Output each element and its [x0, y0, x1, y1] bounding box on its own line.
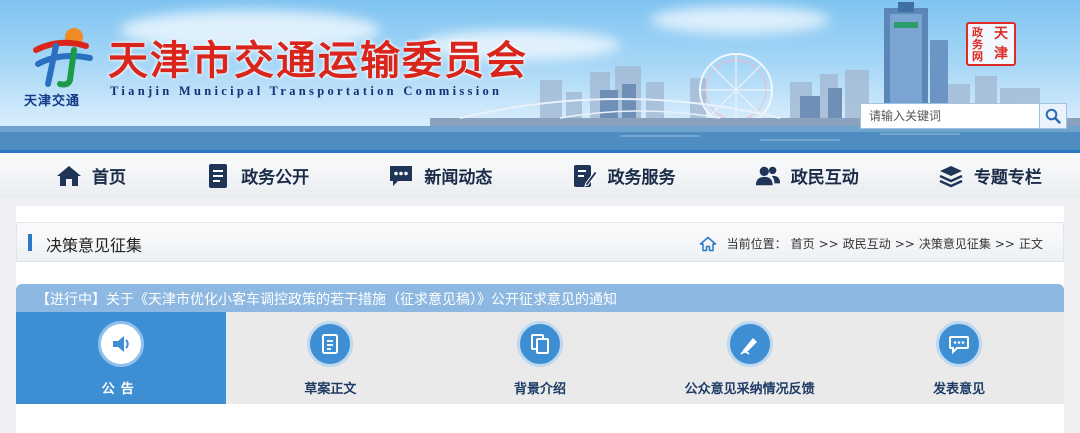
- notice-title-bar: 【进行中】关于《天津市优化小客车调控政策的若干措施（征求意见稿）》公开征求意见的…: [16, 284, 1064, 312]
- breadcrumb-current: 正文: [1018, 237, 1043, 251]
- home-outline-icon: [699, 236, 716, 251]
- breadcrumb-separator: >>: [818, 236, 839, 251]
- tab-draft-text[interactable]: 草案正文: [226, 312, 436, 404]
- document-icon: [205, 163, 231, 189]
- search-icon: [1045, 108, 1061, 124]
- nav-label: 专题专栏: [973, 168, 1042, 188]
- pen-feedback-icon: [726, 321, 773, 367]
- tab-label: 公告: [101, 382, 140, 397]
- nav-label: 政务服务: [607, 168, 676, 188]
- tab-feedback[interactable]: 公众意见采纳情况反馈: [645, 312, 855, 404]
- nav-item-home[interactable]: 首页: [56, 153, 126, 198]
- section-title: 决策意见征集: [46, 236, 143, 255]
- search-button[interactable]: [1039, 104, 1066, 128]
- breadcrumb-link-home[interactable]: 首页: [791, 235, 815, 252]
- home-icon: [56, 163, 82, 189]
- tab-announcement[interactable]: 公告: [16, 312, 226, 404]
- breadcrumb-link-opinion-collection[interactable]: 决策意见征集: [919, 235, 991, 252]
- seal-char: 务: [972, 38, 983, 51]
- tianjin-transport-logo: [33, 28, 93, 88]
- logo-caption: 天津交通: [24, 94, 81, 109]
- nav-label: 政民互动: [790, 168, 859, 188]
- content-card: 决策意见征集 当前位置： 首页 >> 政民互动 >> 决策意见征集 >> 正文 …: [16, 206, 1064, 433]
- breadcrumb: 当前位置： 首页 >> 政民互动 >> 决策意见征集 >> 正文: [699, 235, 1043, 252]
- notice-title: 【进行中】关于《天津市优化小客车调控政策的若干措施（征求意见稿）》公开征求意见的…: [36, 292, 617, 308]
- section-header: 决策意见征集 当前位置： 首页 >> 政民互动 >> 决策意见征集 >> 正文: [16, 222, 1064, 262]
- chat-bubble-icon: [388, 163, 414, 189]
- seal-char: 津: [994, 46, 1008, 62]
- nav-item-special-topics[interactable]: 专题专栏: [938, 153, 1042, 198]
- seal-char: 网: [972, 50, 983, 63]
- users-icon: [755, 163, 781, 189]
- seal-char: 天: [994, 26, 1008, 42]
- tab-background[interactable]: 背景介绍: [435, 312, 645, 404]
- breadcrumb-separator: >>: [894, 236, 915, 251]
- nav-label: 政务公开: [241, 168, 310, 188]
- nav-item-citizen-interaction[interactable]: 政民互动: [755, 153, 859, 198]
- tab-submit-opinion[interactable]: 发表意见: [854, 312, 1064, 404]
- nav-item-gov-services[interactable]: 政务服务: [572, 153, 676, 198]
- tab-label: 草案正文: [304, 382, 357, 397]
- nav-label: 首页: [92, 168, 126, 188]
- comment-icon: [936, 321, 983, 367]
- nav-label: 新闻动态: [424, 168, 493, 188]
- notice-tabs: 公告 草案正文 背景介绍 公众意见采纳情况反馈 发表意见: [16, 312, 1064, 404]
- draft-document-icon: [307, 321, 354, 367]
- nav-item-gov-affairs-open[interactable]: 政务公开: [205, 153, 309, 198]
- form-edit-icon: [572, 163, 598, 189]
- site-title-en: Tianjin Municipal Transportation Commiss…: [110, 84, 503, 98]
- seal-char: 政: [972, 26, 983, 39]
- copy-pages-icon: [516, 321, 563, 367]
- tab-label: 公众意见采纳情况反馈: [684, 382, 815, 397]
- breadcrumb-link-interaction[interactable]: 政民互动: [843, 235, 891, 252]
- tianjin-gov-seal-logo[interactable]: 天 津 政 务 网: [966, 22, 1016, 66]
- breadcrumb-prefix: 当前位置：: [726, 237, 787, 251]
- site-title-cn: 天津市交通运输委员会: [108, 37, 528, 84]
- tab-label: 发表意见: [933, 382, 986, 397]
- section-marker: [28, 234, 32, 251]
- nav-item-news[interactable]: 新闻动态: [388, 153, 492, 198]
- tab-label: 背景介绍: [513, 382, 566, 397]
- search-input[interactable]: [861, 104, 1039, 128]
- breadcrumb-separator: >>: [994, 236, 1015, 251]
- main-nav: 首页 政务公开 新闻动态 政务服务 政民互动 专题专栏: [0, 150, 1080, 198]
- layers-icon: [938, 163, 964, 189]
- speaker-icon: [97, 321, 144, 367]
- search-box: [860, 103, 1067, 129]
- header-banner: 天津交通 天津市交通运输委员会 Tianjin Municipal Transp…: [0, 0, 1080, 150]
